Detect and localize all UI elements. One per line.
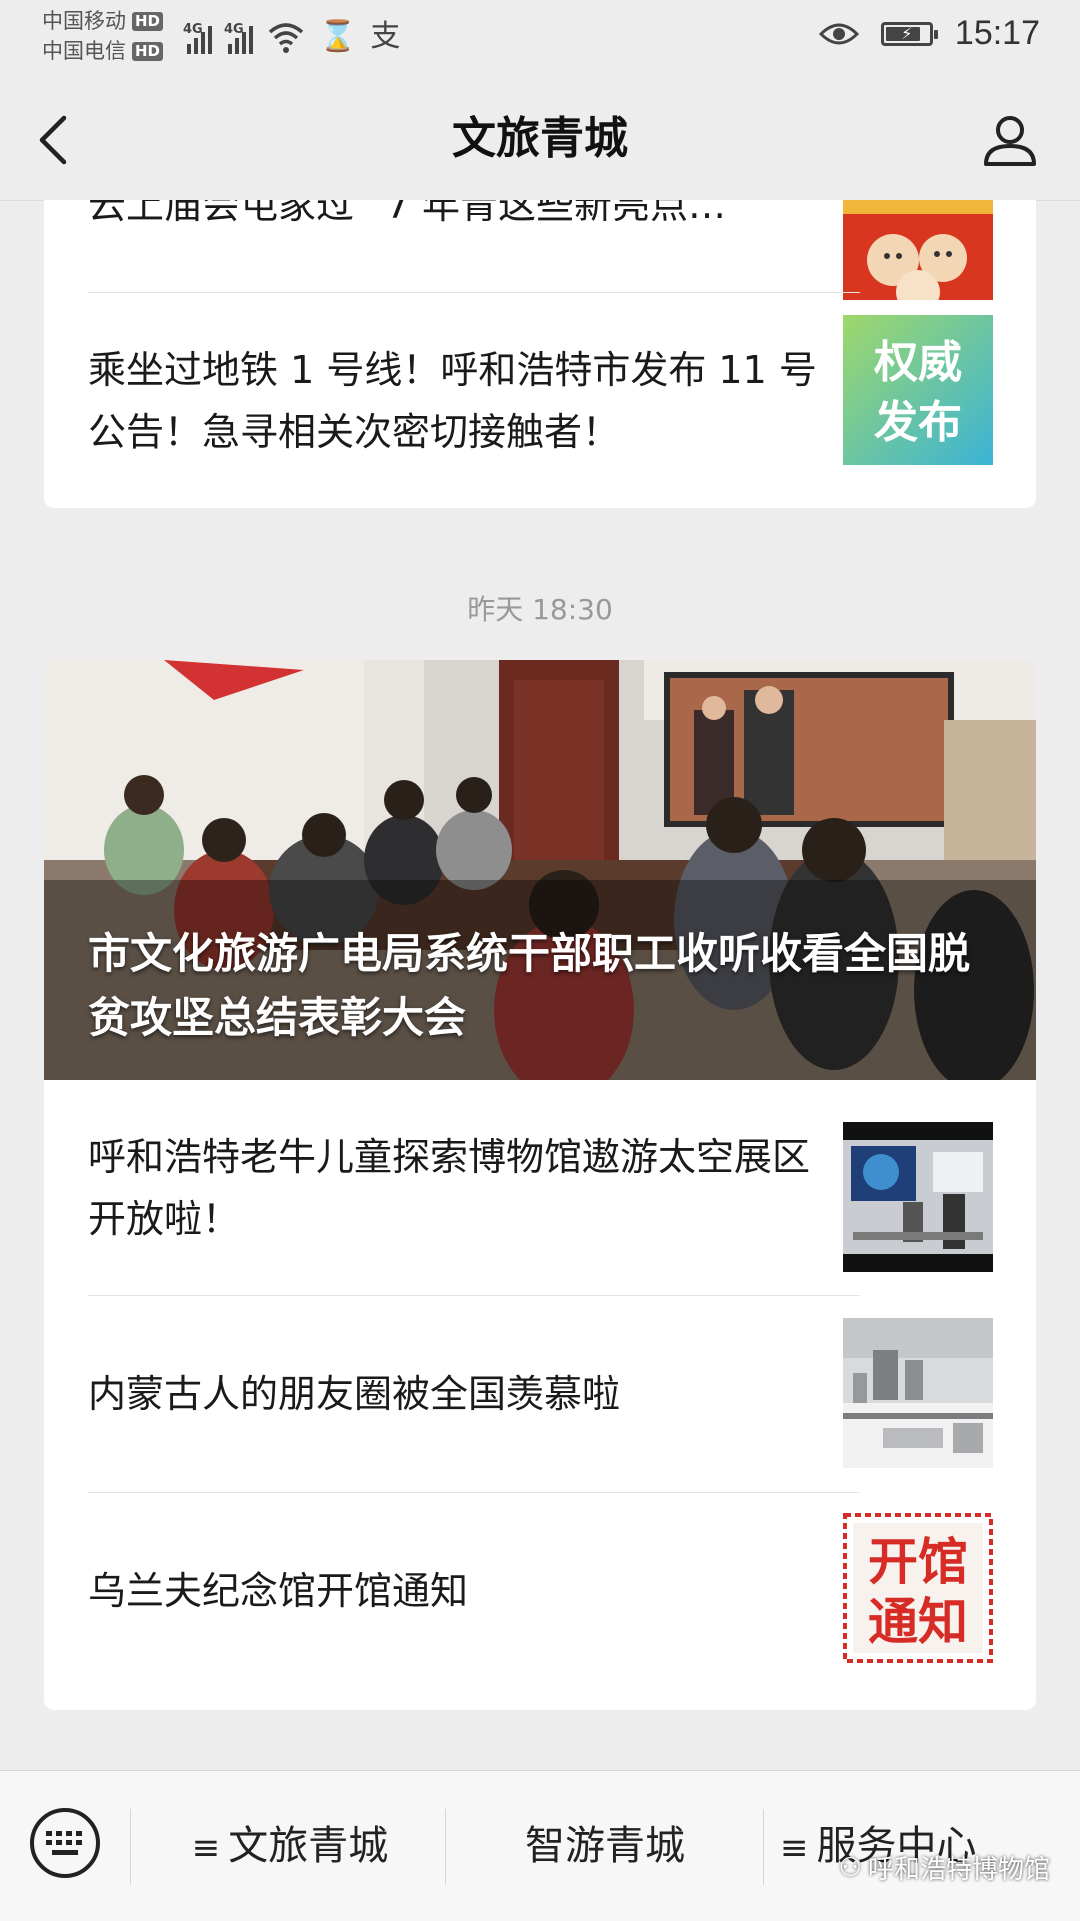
hourglass-icon: ⌛ (319, 19, 357, 54)
status-bar: 中国移动 HD 中国电信 HD 4G 4G ⌛ 支 ⚡ 15:17 (0, 0, 1080, 80)
hero-article[interactable]: 市文化旅游广电局系统干部职工收听收看全国脱贫攻坚总结表彰大会 (44, 660, 1036, 1080)
article-item[interactable]: 呼和浩特老牛儿童探索博物馆遨游太空展区开放啦！ (44, 1080, 1036, 1295)
message-timestamp: 昨天 18:30 (467, 593, 613, 626)
menu-list-icon: ≡ (780, 1828, 809, 1868)
carrier-info: 中国移动 HD 中国电信 HD (42, 6, 164, 66)
signal-icon: 4G (224, 22, 253, 54)
article-item[interactable]: 云上庙会屯家过“ 7 年青这些新亮点… (44, 200, 1036, 300)
menu-item-label: 文旅青城 (228, 1823, 389, 1869)
battery-icon: ⚡ (880, 21, 938, 46)
menu-list-icon: ≡ (191, 1828, 221, 1868)
article-thumbnail (843, 200, 993, 300)
divider (445, 1809, 446, 1885)
divider (130, 1809, 131, 1885)
svg-text:权威: 权威 (873, 337, 962, 388)
article-thumbnail: 开馆 通知 (843, 1513, 993, 1663)
carrier-2: 中国电信 (42, 39, 126, 63)
hero-title: 市文化旅游广电局系统干部职工收听收看全国脱贫攻坚总结表彰大会 (88, 929, 971, 1042)
hd-badge: HD (132, 11, 164, 31)
article-item[interactable]: 乘坐过地铁 1 号线！呼和浩特市发布 11 号公告！急寻相关次密切接触者！ 权威… (44, 293, 1036, 508)
article-title: 乌兰夫纪念馆开馆通知 (88, 1569, 469, 1613)
eye-icon (818, 23, 859, 44)
article-title: 云上庙会屯家过“ 7 年青这些新亮点… (88, 200, 727, 227)
article-item[interactable]: 内蒙古人的朋友圈被全国羡慕啦 (44, 1296, 1036, 1492)
svg-text:发布: 发布 (874, 397, 962, 448)
signal-icons: 4G 4G ⌛ 支 (183, 14, 401, 54)
article-thumbnail (843, 1318, 993, 1468)
article-thumbnail: 权威 发布 (843, 315, 993, 465)
article-thumbnail (843, 1122, 993, 1272)
article-item[interactable]: 乌兰夫纪念馆开馆通知 开馆 通知 (44, 1493, 1036, 1710)
keyboard-icon[interactable] (28, 1806, 102, 1880)
article-title: 呼和浩特老牛儿童探索博物馆遨游太空展区开放啦！ (88, 1135, 811, 1241)
watermark: ⚇ 呼和浩特博物馆 (838, 1852, 1050, 1886)
svg-text:通知: 通知 (868, 1593, 968, 1651)
hd-badge: HD (132, 41, 164, 61)
article-title: 乘坐过地铁 1 号线！呼和浩特市发布 11 号公告！急寻相关次密切接触者！ (88, 348, 817, 454)
clock: 15:17 (954, 14, 1040, 52)
carrier-1: 中国移动 (42, 9, 126, 33)
wifi-icon (268, 23, 304, 53)
svg-text:开馆: 开馆 (868, 1533, 968, 1591)
article-card: 市文化旅游广电局系统干部职工收听收看全国脱贫攻坚总结表彰大会 呼和浩特老牛儿童探… (44, 660, 1036, 1710)
article-title: 内蒙古人的朋友圈被全国羡慕啦 (88, 1372, 621, 1416)
article-card: 云上庙会屯家过“ 7 年青这些新亮点… 乘坐过地铁 1 号线！呼和浩特市发布 1… (44, 200, 1036, 508)
wechat-icon: ⚇ (838, 1852, 862, 1883)
nav-bar: 文旅青城 (0, 80, 1080, 201)
menu-item-wenlv[interactable]: ≡ 文旅青城 (150, 1816, 430, 1876)
profile-icon[interactable] (980, 110, 1040, 170)
menu-item-label: 智游青城 (525, 1823, 685, 1869)
alipay-icon: 支 (370, 19, 401, 54)
signal-icon: 4G (183, 22, 212, 54)
menu-item-zhiyou[interactable]: 智游青城 (460, 1816, 750, 1876)
page-title: 文旅青城 (452, 113, 628, 164)
bottom-menu: ≡ 文旅青城 智游青城 ≡ 服务中心 ⚇ 呼和浩特博物馆 (0, 1770, 1080, 1921)
divider (763, 1809, 764, 1885)
